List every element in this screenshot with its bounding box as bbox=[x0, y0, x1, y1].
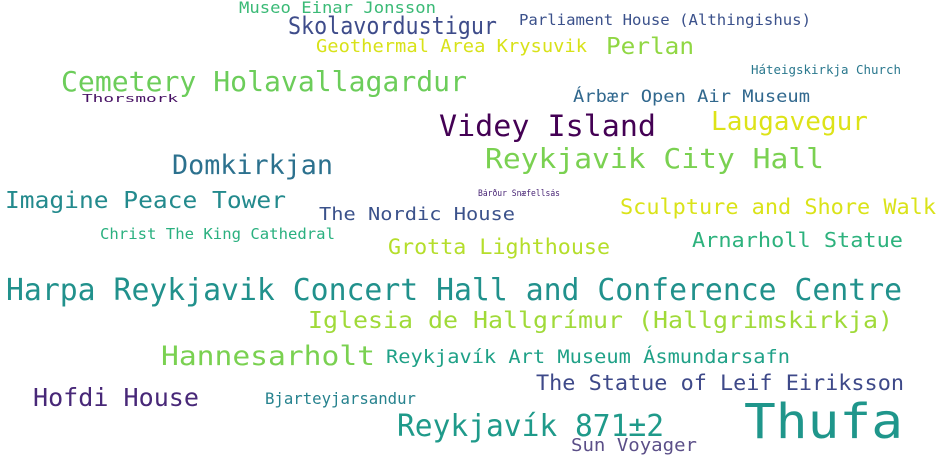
word-thufa: Thufa bbox=[744, 394, 903, 450]
word-the-nordic-house: The Nordic House bbox=[319, 204, 516, 225]
word-perlan: Perlan bbox=[606, 34, 694, 60]
word-imagine-peace-tower: Imagine Peace Tower bbox=[5, 188, 287, 214]
word-laugavegur: Laugavegur bbox=[711, 107, 869, 137]
word-sun-voyager: Sun Voyager bbox=[571, 435, 698, 456]
word-hofdi-house: Hofdi House bbox=[33, 383, 199, 412]
word-sculpture-and-shore-walk: Sculpture and Shore Walk bbox=[620, 195, 936, 219]
word-bjarteyjarsandur: Bjarteyjarsandur bbox=[265, 389, 416, 408]
word-bardur-snaefellsas: Bárður Snæfellsás bbox=[478, 189, 561, 199]
word-christ-the-king-cathedral: Christ The King Cathedral bbox=[100, 225, 335, 243]
word-arbaer-open-air-museum: Árbær Open Air Museum bbox=[573, 87, 810, 107]
word-geothermal-area-krysuvik: Geothermal Area Krysuvik bbox=[316, 36, 587, 57]
word-parliament-house: Parliament House (Althingishus) bbox=[519, 11, 812, 29]
word-hateigskirkja-church: Háteigskirkja Church bbox=[751, 63, 902, 77]
word-statue-of-leif-eiriksson: The Statue of Leif Eiriksson bbox=[536, 371, 904, 395]
word-grotta-lighthouse: Grotta Lighthouse bbox=[388, 235, 611, 259]
word-hannesarholt: Hannesarholt bbox=[161, 341, 376, 372]
word-domkirkjan: Domkirkjan bbox=[172, 150, 334, 181]
word-arnarholl-statue: Arnarholl Statue bbox=[692, 228, 903, 252]
word-reykjavik-art-museum: Reykjavík Art Museum Ásmundarsafn bbox=[386, 346, 791, 368]
word-thorsmork: Thorsmork bbox=[82, 92, 179, 105]
word-videy-island: Videy Island bbox=[439, 109, 656, 143]
word-cloud: Museo Einar Jonsson Skolavordustigur Par… bbox=[0, 0, 937, 462]
word-reykjavik-city-hall: Reykjavik City Hall bbox=[485, 142, 825, 175]
word-skolavordustigur: Skolavordustigur bbox=[288, 12, 497, 40]
word-harpa-concert-hall: Harpa Reykjavik Concert Hall and Confere… bbox=[6, 273, 903, 308]
word-iglesia-de-hallgrimur: Iglesia de Hallgrímur (Hallgrimskirkja) bbox=[308, 308, 893, 334]
